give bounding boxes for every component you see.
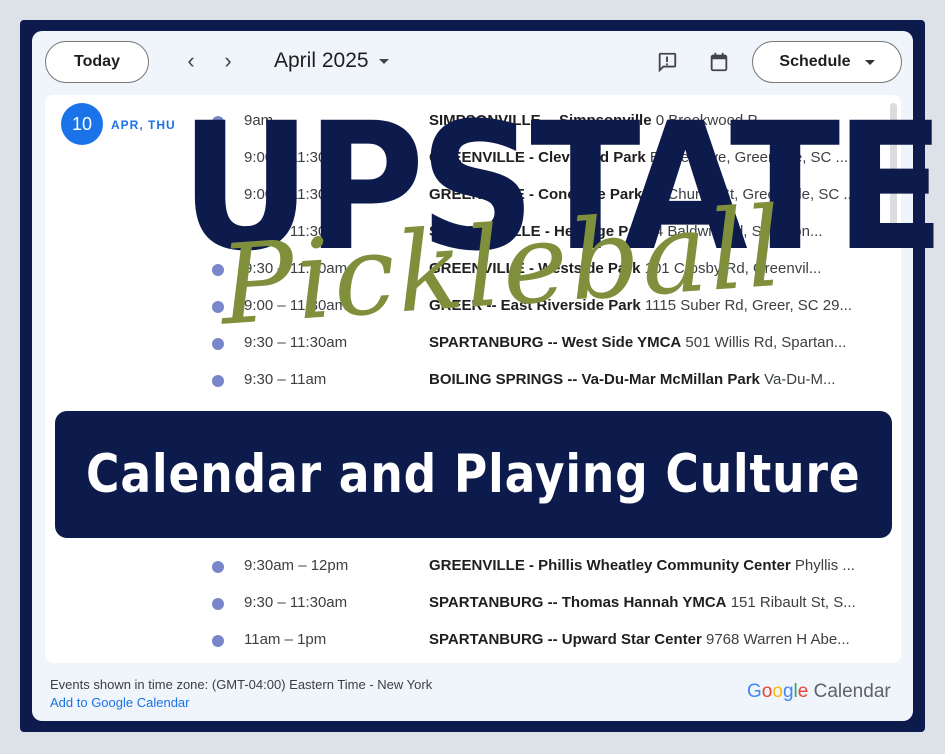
event-time: 9:30 – 11am: [244, 371, 327, 388]
event-title: GREENVILLE - Phillis Wheatley Community …: [429, 557, 791, 574]
event-row[interactable]: 9:30am – 12pm GREENVILLE - Phillis Wheatl…: [45, 548, 901, 584]
event-color-dot: [212, 561, 224, 573]
event-title: SPARTANBURG -- Upward Star Center: [429, 631, 702, 648]
banner-text: Calendar and Playing Culture: [86, 444, 861, 505]
caret-down-icon: [378, 58, 389, 64]
event-title: SPARTANBURG -- Thomas Hannah YMCA: [429, 594, 727, 611]
event-location: 501 Willis Rd, Spartan...: [685, 334, 847, 351]
event-time: 9:30 – 11:30am: [244, 594, 348, 611]
google-calendar-logo[interactable]: Google Calendar: [747, 681, 891, 703]
month-label: April 2025: [274, 49, 369, 72]
today-button[interactable]: Today: [45, 41, 149, 83]
event-text: SPARTANBURG -- West Side YMCA 501 Willis…: [429, 334, 881, 351]
event-time: 11am – 1pm: [244, 631, 327, 648]
event-text: SPARTANBURG -- Upward Star Center 9768 W…: [429, 631, 881, 648]
event-row[interactable]: 9:30 – 11:30am SPARTANBURG -- Thomas Hann…: [45, 585, 901, 621]
add-to-google-calendar-link[interactable]: Add to Google Calendar: [50, 695, 189, 710]
view-label: Schedule: [779, 53, 851, 70]
event-text: GREENVILLE - Phillis Wheatley Community …: [429, 557, 881, 574]
event-color-dot: [212, 598, 224, 610]
event-title: SPARTANBURG -- West Side YMCA: [429, 334, 682, 351]
logo-letter: G: [747, 681, 762, 702]
logo-word: Calendar: [813, 681, 891, 702]
calendar-icon[interactable]: [708, 51, 730, 73]
report-icon[interactable]: [656, 51, 678, 73]
event-location: 9768 Warren H Abe...: [705, 631, 850, 648]
event-text: SPARTANBURG -- Thomas Hannah YMCA 151 Ri…: [429, 594, 881, 611]
event-location: 151 Ribault St, S...: [730, 594, 856, 611]
view-selector-button[interactable]: Schedule: [752, 41, 902, 83]
logo-letter: o: [761, 681, 773, 702]
event-row[interactable]: 11am – 1pm SPARTANBURG -- Upward Star Cen…: [45, 622, 901, 658]
timezone-note: Events shown in time zone: (GMT-04:00) E…: [50, 677, 433, 692]
event-color-dot: [212, 635, 224, 647]
caret-down-icon: [864, 59, 875, 65]
logo-letter: o: [772, 681, 783, 702]
logo-letter: e: [797, 681, 809, 702]
event-color-dot: [212, 375, 224, 387]
month-selector[interactable]: April 2025: [274, 49, 389, 73]
chevron-right-icon[interactable]: ›: [216, 49, 240, 73]
event-text: BOILING SPRINGS -- Va-Du-Mar McMillan Pa…: [429, 371, 881, 388]
event-color-dot: [212, 338, 224, 350]
event-time: 9:30am – 12pm: [244, 557, 349, 574]
event-row[interactable]: 9:30 – 11am BOILING SPRINGS -- Va-Du-Mar …: [45, 362, 901, 398]
event-location: Phyllis ...: [794, 557, 855, 574]
chevron-left-icon[interactable]: ‹: [179, 49, 203, 73]
event-title: BOILING SPRINGS -- Va-Du-Mar McMillan Pa…: [429, 371, 760, 388]
logo-letter: g: [782, 681, 794, 702]
event-location: Va-Du-M...: [764, 371, 836, 388]
calendar-banner: Calendar and Playing Culture: [55, 411, 892, 538]
